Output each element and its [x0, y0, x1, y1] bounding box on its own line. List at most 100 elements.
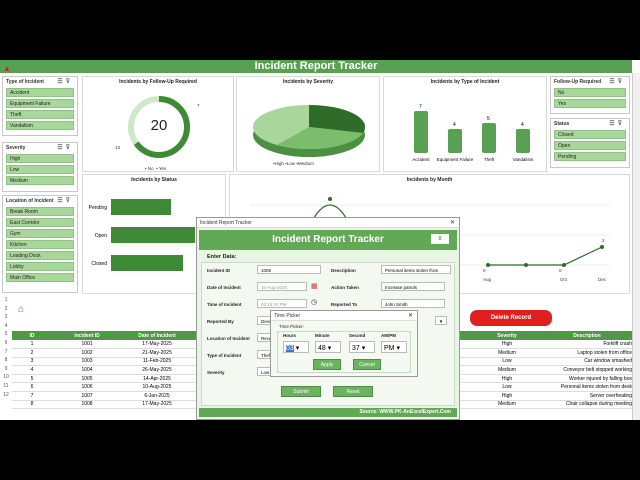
slicer-item-gym[interactable]: Gym: [6, 229, 74, 238]
calendar-icon[interactable]: ▦: [311, 282, 318, 290]
table-cell[interactable]: 10-Aug-2025: [122, 382, 192, 393]
slicer-item-open[interactable]: Open: [554, 141, 626, 150]
action-field[interactable]: Increase patrols: [381, 282, 445, 291]
table-cell[interactable]: 1: [12, 340, 52, 350]
row-number[interactable]: 5: [0, 331, 12, 340]
table-cell[interactable]: 21-May-2025: [122, 348, 192, 358]
table-cell[interactable]: 6: [12, 382, 52, 393]
filter-icon[interactable]: ☰⊽: [609, 120, 625, 127]
table-cell[interactable]: 3: [12, 357, 52, 367]
table-cell[interactable]: 1002: [52, 348, 122, 358]
table-cell[interactable]: 5: [12, 374, 52, 384]
col-header-description[interactable]: Description: [542, 331, 632, 340]
slicer-item-pending[interactable]: Pending: [554, 152, 626, 161]
table-cell[interactable]: Conveyor belt stopped working: [542, 365, 632, 375]
col-header-incident-id[interactable]: Incident ID: [52, 331, 122, 340]
row-number[interactable]: 2: [0, 306, 12, 315]
clock-icon[interactable]: ◷: [311, 298, 317, 306]
row-number[interactable]: 6: [0, 340, 12, 349]
slicer-item-main-office[interactable]: Main Office: [6, 273, 74, 282]
submit-button[interactable]: Submit: [281, 386, 321, 397]
row-number[interactable]: 10: [0, 374, 12, 383]
cancel-button[interactable]: Cancel: [353, 359, 381, 370]
table-cell[interactable]: Personal items stolen from desk: [542, 382, 632, 393]
chevron-down-icon[interactable]: ▾: [435, 316, 447, 325]
vertical-scrollbar[interactable]: [632, 73, 640, 420]
date-field[interactable]: 10-Aug-2025: [257, 282, 307, 291]
slicer-item-vandalism[interactable]: Vandalism: [6, 121, 74, 130]
ampm-select[interactable]: PM ▾: [381, 341, 407, 353]
table-cell[interactable]: Medium: [472, 365, 542, 375]
table-cell[interactable]: Forklift crash: [542, 340, 632, 350]
table-cell[interactable]: 1001: [52, 340, 122, 350]
filter-icon[interactable]: ☰⊽: [57, 197, 73, 204]
slicer-item-no[interactable]: No: [554, 88, 626, 97]
close-icon[interactable]: ✕: [408, 312, 413, 319]
close-icon[interactable]: ✕: [450, 219, 455, 226]
slicer-item-theft[interactable]: Theft: [6, 110, 74, 119]
reported-to-field[interactable]: John Smith: [381, 299, 445, 308]
row-number[interactable]: 12: [0, 392, 12, 401]
slicer-item-closed[interactable]: Closed: [554, 130, 626, 139]
table-cell[interactable]: 11-Feb-2025: [122, 357, 192, 367]
table-cell[interactable]: High: [472, 374, 542, 384]
table-cell[interactable]: 6-Jan-2025: [122, 391, 192, 401]
table-cell[interactable]: High: [472, 340, 542, 350]
table-cell[interactable]: Car window smashed: [542, 357, 632, 367]
row-number[interactable]: 4: [0, 323, 12, 332]
slicer-item-kitchen[interactable]: Kitchen: [6, 240, 74, 249]
row-number[interactable]: 7: [0, 349, 12, 358]
slicer-item-equipment-failure[interactable]: Equipment Failure: [6, 99, 74, 108]
row-number[interactable]: 3: [0, 314, 12, 323]
table-cell[interactable]: 1005: [52, 374, 122, 384]
table-cell[interactable]: Low: [472, 357, 542, 367]
slicer-item-yes[interactable]: Yes: [554, 99, 626, 108]
table-cell[interactable]: High: [472, 391, 542, 401]
reset-button[interactable]: Reset: [333, 386, 373, 397]
table-cell[interactable]: 26-May-2025: [122, 365, 192, 375]
description-field[interactable]: Personal items stolen from: [381, 265, 451, 274]
col-header-date[interactable]: Date of Incident: [122, 331, 192, 340]
table-cell[interactable]: 17-May-2025: [122, 340, 192, 350]
row-number[interactable]: 1: [0, 297, 12, 306]
delete-record-button[interactable]: Delete Record: [470, 310, 552, 326]
row-number[interactable]: 9: [0, 366, 12, 375]
row-number[interactable]: 11: [0, 383, 12, 392]
slicer-item-low[interactable]: Low: [6, 165, 74, 174]
slicer-item-accident[interactable]: Accident: [6, 88, 74, 97]
col-header-id[interactable]: ID: [12, 331, 52, 340]
slicer-item-loading-dock[interactable]: Loading Dock: [6, 251, 74, 260]
table-cell[interactable]: 1003: [52, 357, 122, 367]
table-cell[interactable]: Worker injured by falling box: [542, 374, 632, 384]
incident-id-field[interactable]: 1006: [257, 265, 321, 274]
table-cell[interactable]: 1008: [52, 400, 122, 410]
filter-icon[interactable]: ☰⊽: [609, 78, 625, 85]
minute-select[interactable]: 48 ▾: [315, 341, 341, 353]
row-number[interactable]: 8: [0, 357, 12, 366]
time-field[interactable]: 02:15:00 PM: [257, 299, 307, 308]
table-cell[interactable]: 1004: [52, 365, 122, 375]
chart-follow-up[interactable]: Incidents by Follow-Up Required 20 7 13 …: [82, 76, 234, 172]
table-cell[interactable]: Low: [472, 382, 542, 393]
table-cell[interactable]: 7: [12, 391, 52, 401]
slicer-item-lobby[interactable]: Lobby: [6, 262, 74, 271]
slicer-item-high[interactable]: High: [6, 154, 74, 163]
table-cell[interactable]: 14-Apr-2025: [122, 374, 192, 384]
slicer-item-medium[interactable]: Medium: [6, 176, 74, 185]
slicer-item-break-room[interactable]: Break Room: [6, 207, 74, 216]
table-cell[interactable]: 8: [12, 400, 52, 410]
table-cell[interactable]: 1006: [52, 382, 122, 393]
table-cell[interactable]: Medium: [472, 348, 542, 358]
table-cell[interactable]: 2: [12, 348, 52, 358]
table-cell[interactable]: 4: [12, 365, 52, 375]
table-cell[interactable]: 17-May-2025: [122, 400, 192, 410]
filter-icon[interactable]: ☰⊽: [57, 144, 73, 151]
hours-select[interactable]: 03 ▾: [283, 341, 309, 353]
slicer-item-east-corridor[interactable]: East Corridor: [6, 218, 74, 227]
table-cell[interactable]: Laptop stolen from office: [542, 348, 632, 358]
chart-type-of-incident[interactable]: Incidents by Type of Incident 7 Accident 4…: [383, 76, 547, 172]
home-icon[interactable]: ⌂: [18, 304, 24, 315]
second-select[interactable]: 37 ▾: [349, 341, 375, 353]
table-cell[interactable]: Chair collapse during meeting: [542, 400, 632, 410]
table-cell[interactable]: Medium: [472, 400, 542, 410]
